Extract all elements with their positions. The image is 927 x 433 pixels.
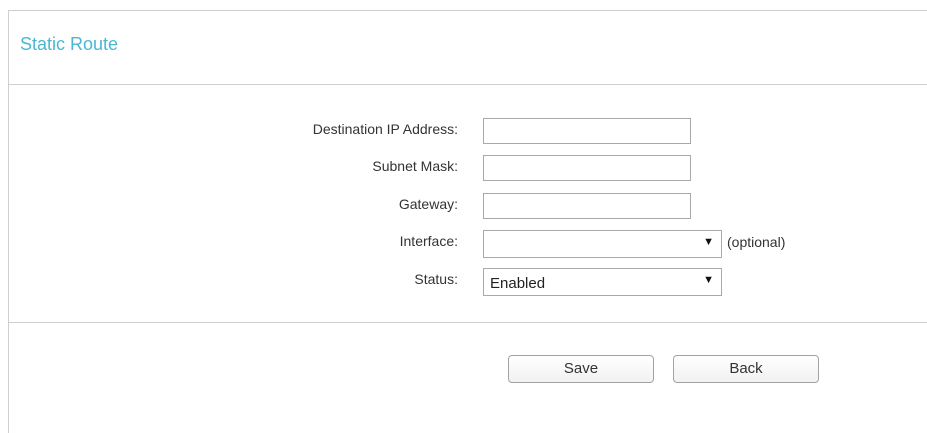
top-divider — [8, 10, 927, 11]
back-button[interactable]: Back — [673, 355, 819, 383]
status-select[interactable]: Enabled ▼ — [483, 268, 722, 296]
chevron-down-icon: ▼ — [703, 236, 714, 248]
subnet-mask-label: Subnet Mask: — [372, 158, 458, 174]
subnet-mask-input[interactable] — [483, 155, 691, 181]
status-label: Status: — [414, 271, 458, 287]
interface-label: Interface: — [399, 233, 458, 249]
gateway-input[interactable] — [483, 193, 691, 219]
footer-divider — [8, 322, 927, 323]
destination-ip-label: Destination IP Address: — [312, 121, 458, 137]
save-button[interactable]: Save — [508, 355, 654, 383]
interface-optional-hint: (optional) — [727, 234, 786, 250]
chevron-down-icon: ▼ — [703, 274, 714, 286]
header-divider — [8, 84, 927, 85]
static-route-panel: Static Route Destination IP Address: Sub… — [0, 0, 927, 433]
status-select-value: Enabled — [490, 275, 546, 292]
destination-ip-input[interactable] — [483, 118, 691, 144]
gateway-label: Gateway: — [398, 196, 458, 212]
page-title: Static Route — [20, 34, 119, 54]
left-border — [8, 10, 9, 433]
interface-select[interactable]: ▼ — [483, 230, 722, 258]
